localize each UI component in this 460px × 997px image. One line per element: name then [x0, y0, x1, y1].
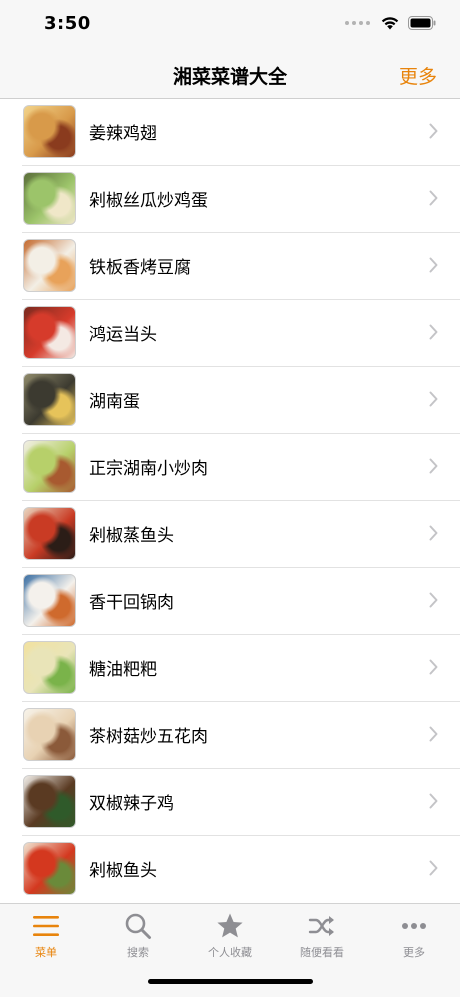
recipe-thumbnail — [23, 775, 76, 828]
list-item[interactable]: 铁板香烤豆腐 — [22, 233, 460, 300]
recipe-name: 湖南蛋 — [89, 392, 140, 412]
recipe-thumbnail — [23, 842, 76, 895]
chevron-right-icon — [429, 391, 438, 407]
chevron-right-icon — [429, 324, 438, 340]
tab-menu[interactable]: 菜单 — [0, 904, 92, 962]
chevron-right-icon — [429, 659, 438, 675]
recipe-thumbnail — [23, 507, 76, 560]
status-bar: 3:50 — [0, 0, 460, 50]
recipe-thumbnail — [23, 105, 76, 158]
recipe-thumbnail — [23, 641, 76, 694]
recipe-thumbnail — [23, 373, 76, 426]
more-button[interactable]: 更多 — [399, 62, 437, 89]
menu-icon — [33, 916, 59, 936]
recipe-name: 正宗湖南小炒肉 — [89, 459, 208, 479]
recipe-name: 姜辣鸡翅 — [89, 124, 157, 144]
recipe-name: 糖油粑粑 — [89, 660, 157, 680]
list-item[interactable]: 姜辣鸡翅 — [22, 99, 460, 166]
tab-label: 搜索 — [127, 946, 149, 959]
chevron-right-icon — [429, 592, 438, 608]
star-icon — [217, 913, 243, 938]
chevron-right-icon — [429, 525, 438, 541]
list-item[interactable]: 糖油粑粑 — [22, 635, 460, 702]
search-icon — [125, 913, 151, 939]
recipe-name: 鸿运当头 — [89, 325, 157, 345]
list-item[interactable]: 剁椒蒸鱼头 — [22, 501, 460, 568]
list-item[interactable]: 鸿运当头 — [22, 300, 460, 367]
tab-label: 更多 — [403, 946, 425, 959]
chevron-right-icon — [429, 190, 438, 206]
battery-icon — [408, 15, 436, 30]
recipe-name: 铁板香烤豆腐 — [89, 258, 191, 278]
chevron-right-icon — [429, 123, 438, 139]
recipe-thumbnail — [23, 172, 76, 225]
page-title: 湘菜菜谱大全 — [172, 66, 287, 88]
signal-icon — [342, 20, 370, 25]
navigation-bar: 湘菜菜谱大全 更多 — [0, 50, 460, 99]
chevron-right-icon — [429, 860, 438, 876]
status-time: 3:50 — [44, 13, 91, 34]
tab-label: 随便看看 — [300, 946, 344, 959]
list-item[interactable]: 正宗湖南小炒肉 — [22, 434, 460, 501]
list-item[interactable]: 双椒辣子鸡 — [22, 769, 460, 836]
list-item[interactable]: 剁椒丝瓜炒鸡蛋 — [22, 166, 460, 233]
recipe-name: 剁椒丝瓜炒鸡蛋 — [89, 191, 208, 211]
chevron-right-icon — [429, 458, 438, 474]
shuffle-icon — [308, 916, 334, 936]
recipe-name: 剁椒鱼头 — [89, 861, 157, 881]
list-item[interactable]: 茶树菇炒五花肉 — [22, 702, 460, 769]
status-indicators — [342, 15, 436, 30]
tab-star[interactable]: 个人收藏 — [184, 904, 276, 962]
list-item[interactable]: 剁椒鱼头 — [22, 836, 460, 902]
tab-shuffle[interactable]: 随便看看 — [276, 904, 368, 962]
recipe-thumbnail — [23, 440, 76, 493]
recipe-list: 姜辣鸡翅剁椒丝瓜炒鸡蛋 铁板香烤豆腐 鸿运当头湖南蛋正宗湖南小炒肉 剁椒蒸鱼头香干回锅… — [0, 99, 460, 902]
home-indicator — [148, 979, 313, 984]
list-item[interactable]: 香干回锅肉 — [22, 568, 460, 635]
recipe-thumbnail — [23, 239, 76, 292]
recipe-name: 茶树菇炒五花肉 — [89, 727, 208, 747]
more-dots-icon — [402, 923, 426, 929]
recipe-name: 剁椒蒸鱼头 — [89, 526, 174, 546]
chevron-right-icon — [429, 257, 438, 273]
recipe-thumbnail — [23, 574, 76, 627]
recipe-name: 双椒辣子鸡 — [89, 794, 174, 814]
chevron-right-icon — [429, 726, 438, 742]
list-item[interactable]: 湖南蛋 — [22, 367, 460, 434]
chevron-right-icon — [429, 793, 438, 809]
tab-label: 菜单 — [35, 946, 57, 959]
recipe-thumbnail — [23, 708, 76, 761]
tab-label: 个人收藏 — [208, 946, 252, 959]
recipe-thumbnail — [23, 306, 76, 359]
tab-more-dots[interactable]: 更多 — [368, 904, 460, 962]
tab-search[interactable]: 搜索 — [92, 904, 184, 962]
wifi-icon — [381, 17, 399, 30]
recipe-name: 香干回锅肉 — [89, 593, 174, 613]
